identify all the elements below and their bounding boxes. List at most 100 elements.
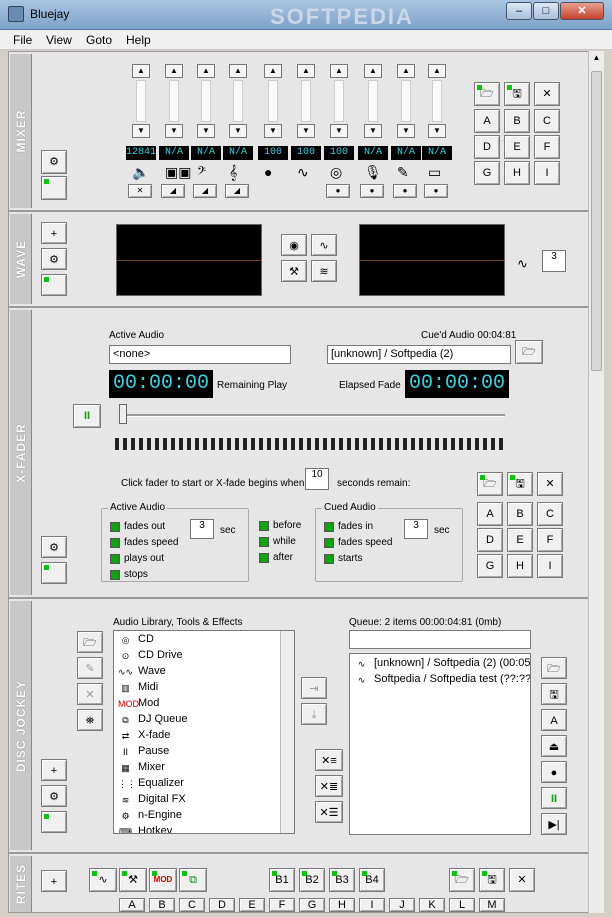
library-item[interactable]: ⧉ DJ Queue <box>118 713 187 725</box>
dj-remove-button[interactable]: ✕ <box>77 683 103 705</box>
dj-find-button[interactable]: ⛯ <box>77 709 103 731</box>
opt-plays-out[interactable]: plays out <box>110 553 164 564</box>
library-item[interactable]: MOD Mod <box>118 697 159 709</box>
library-item[interactable]: ⋮⋮ Equalizer <box>118 777 184 789</box>
mixer-channel-button[interactable]: ◢ <box>193 184 217 198</box>
chevron-up-icon[interactable]: ▲ <box>229 64 247 78</box>
queue-save-button[interactable]: 🖫 <box>541 683 567 705</box>
window-scrollbar[interactable]: ▲ <box>588 51 604 913</box>
dj-toggle-button[interactable] <box>41 811 67 833</box>
queue-item[interactable]: ∿ Softpedia / Softpedia test (??:??) <box>354 673 530 685</box>
xfader-open-button[interactable]: 🗁 <box>477 472 503 496</box>
opt-fades-speed[interactable]: fades speed <box>110 537 179 548</box>
xfader-grid-button[interactable]: I <box>537 554 563 578</box>
cued-open-button[interactable]: 🗁 <box>515 340 543 364</box>
xfader-grid-button[interactable]: F <box>537 528 563 552</box>
rites-delete-button[interactable]: ✕ <box>509 868 535 892</box>
wave-wave-button[interactable]: ∿ <box>311 234 337 256</box>
opt-fades-out[interactable]: fades out <box>110 521 165 532</box>
mixer-channel-button[interactable]: ● <box>326 184 350 198</box>
xfader-toggle-button[interactable] <box>41 562 67 584</box>
queue-open-button[interactable]: 🗁 <box>541 657 567 679</box>
active-sec-spinner[interactable]: 3 <box>190 519 214 539</box>
rites-mod-button[interactable]: MOD <box>149 868 177 892</box>
queue-clear-all-button[interactable]: ✕☰ <box>315 801 343 823</box>
chevron-down-icon[interactable]: ▼ <box>428 124 446 138</box>
xfader-grid-button[interactable]: G <box>477 554 503 578</box>
rites-bank-button[interactable]: B3 <box>329 868 355 892</box>
xfader-slider-thumb[interactable] <box>119 404 127 424</box>
chevron-up-icon[interactable]: ▲ <box>428 64 446 78</box>
active-audio-field[interactable]: <none> <box>109 345 291 364</box>
dj-open-button[interactable]: 🗁 <box>77 631 103 653</box>
scroll-thumb[interactable] <box>591 71 602 371</box>
rites-bank-button[interactable]: B2 <box>299 868 325 892</box>
opt-cued-fades-speed[interactable]: fades speed <box>324 537 393 548</box>
chevron-down-icon[interactable]: ▼ <box>397 124 415 138</box>
xfader-grid-button[interactable]: A <box>477 502 503 526</box>
queue-font-button[interactable]: A <box>541 709 567 731</box>
queue-clear-button[interactable]: ✕≡ <box>315 749 343 771</box>
mixer-channel-button[interactable]: ● <box>424 184 448 198</box>
mixer-delete-button[interactable]: ✕ <box>534 82 560 106</box>
chevron-up-icon[interactable]: ▲ <box>330 64 348 78</box>
rites-letter-button[interactable]: E <box>239 898 265 912</box>
wave-zoom-spinner[interactable]: 3 <box>542 250 566 272</box>
wave-cd-button[interactable]: ◉ <box>281 234 307 256</box>
chevron-up-icon[interactable]: ▲ <box>297 64 315 78</box>
dj-settings-button[interactable]: ⚙ <box>41 785 67 807</box>
xfader-grid-button[interactable]: D <box>477 528 503 552</box>
menu-help[interactable]: Help <box>126 33 151 47</box>
queue-next-button[interactable]: ▶| <box>541 813 567 835</box>
queue-clear-played-button[interactable]: ✕≣ <box>315 775 343 797</box>
queue-search-field[interactable] <box>349 630 531 649</box>
maximize-button[interactable]: □ <box>533 2 559 20</box>
queue-item[interactable]: ∿ [unknown] / Softpedia (2) (00:05) <box>354 657 530 669</box>
xfader-grid-button[interactable]: B <box>507 502 533 526</box>
rites-bank-button[interactable]: B1 <box>269 868 295 892</box>
queue-pause-button[interactable]: II <box>541 787 567 809</box>
queue-record-button[interactable]: ● <box>541 761 567 783</box>
library-item[interactable]: ⚙ n-Engine <box>118 809 182 821</box>
minimize-button[interactable]: – <box>506 2 532 20</box>
rites-letter-button[interactable]: A <box>119 898 145 912</box>
queue-list[interactable]: ∿ [unknown] / Softpedia (2) (00:05) ∿ Soft… <box>349 653 531 835</box>
library-item[interactable]: ∿∿ Wave <box>118 665 166 677</box>
rites-letter-button[interactable]: I <box>359 898 385 912</box>
opt-while[interactable]: while <box>259 536 296 547</box>
menu-view[interactable]: View <box>46 33 72 47</box>
rites-letter-button[interactable]: G <box>299 898 325 912</box>
rites-queue-button[interactable]: ⧉ <box>179 868 207 892</box>
xfader-grid-button[interactable]: H <box>507 554 533 578</box>
wave-settings-button[interactable]: ⚙ <box>41 248 67 270</box>
mixer-channel-button[interactable]: ● <box>360 184 384 198</box>
opt-after[interactable]: after <box>259 552 293 563</box>
chevron-up-icon[interactable]: ▲ <box>165 64 183 78</box>
mixer-grid-button[interactable]: F <box>534 135 560 159</box>
mixer-mute-button[interactable]: ✕ <box>128 184 152 198</box>
chevron-down-icon[interactable]: ▼ <box>264 124 282 138</box>
queue-add-button[interactable]: ⇥ <box>301 677 327 699</box>
chevron-down-icon[interactable]: ▼ <box>229 124 247 138</box>
mixer-grid-button[interactable]: G <box>474 161 500 185</box>
queue-eject-button[interactable]: ⏏ <box>541 735 567 757</box>
chevron-up-icon[interactable]: ▲ <box>264 64 282 78</box>
mixer-settings-button[interactable]: ⚙ <box>41 150 67 174</box>
chevron-down-icon[interactable]: ▼ <box>197 124 215 138</box>
library-item[interactable]: ⊙ CD Drive <box>118 649 183 661</box>
library-item[interactable]: ⌨ Hotkey <box>118 825 172 833</box>
xfader-settings-button[interactable]: ⚙ <box>41 536 67 558</box>
mixer-open-button[interactable]: 🗁 <box>474 82 500 106</box>
opt-starts[interactable]: starts <box>324 553 362 564</box>
dj-add-button[interactable]: + <box>41 759 67 781</box>
rites-letter-button[interactable]: H <box>329 898 355 912</box>
library-item[interactable]: ⇄ X-fade <box>118 729 171 741</box>
dj-edit-button[interactable]: ✎ <box>77 657 103 679</box>
xfader-slider-track[interactable] <box>121 414 505 417</box>
rites-letter-button[interactable]: M <box>479 898 505 912</box>
mixer-grid-button[interactable]: B <box>504 109 530 133</box>
close-button[interactable]: ✕ <box>560 2 604 20</box>
chevron-up-icon[interactable]: ▲ <box>364 64 382 78</box>
opt-stops[interactable]: stops <box>110 569 148 580</box>
chevron-up-icon[interactable]: ▲ <box>132 64 150 78</box>
